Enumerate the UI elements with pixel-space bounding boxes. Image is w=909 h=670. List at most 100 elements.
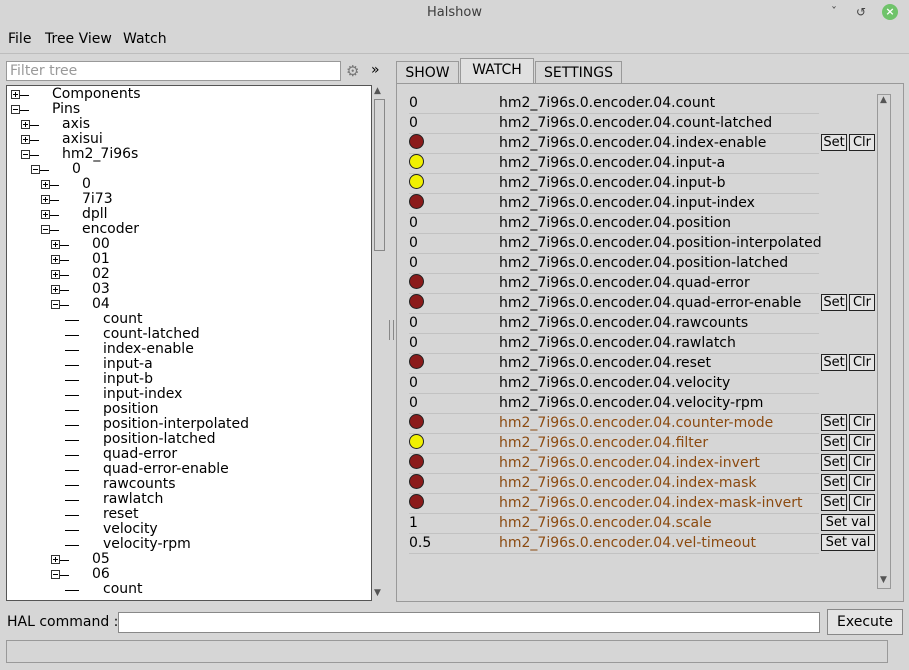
scroll-down-icon[interactable]: ▼	[880, 575, 887, 585]
tree-item[interactable]: input-index	[7, 387, 367, 402]
tree-item[interactable]: 0	[7, 177, 367, 192]
clear-button[interactable]: Clr	[849, 434, 875, 451]
hal-command-input[interactable]	[118, 612, 820, 633]
collapse-icon[interactable]	[41, 225, 50, 234]
expand-icon[interactable]	[51, 555, 60, 564]
set-button[interactable]: Set	[821, 414, 847, 431]
tree-item[interactable]: 02	[7, 267, 367, 282]
tree-item-label: quad-error-enable	[103, 461, 229, 477]
scroll-up-icon[interactable]: ▲	[374, 86, 381, 96]
tree-item[interactable]: 06	[7, 567, 367, 582]
tree-item[interactable]: 01	[7, 252, 367, 267]
collapse-icon[interactable]	[21, 150, 30, 159]
tree-item[interactable]: Pins	[7, 102, 367, 117]
tree-item[interactable]: axisui	[7, 132, 367, 147]
led-off-indicator	[409, 494, 424, 509]
collapse-icon[interactable]	[11, 105, 20, 114]
clear-button[interactable]: Clr	[849, 414, 875, 431]
expand-icon[interactable]	[51, 285, 60, 294]
clear-button[interactable]: Clr	[849, 294, 875, 311]
menu-watch[interactable]: Watch	[123, 31, 167, 47]
clear-button[interactable]: Clr	[849, 354, 875, 371]
set-button[interactable]: Set	[821, 134, 847, 151]
menu-file[interactable]: File	[8, 31, 31, 47]
set-button[interactable]: Set	[821, 354, 847, 371]
tree-item[interactable]: 03	[7, 282, 367, 297]
collapse-icon[interactable]	[51, 570, 60, 579]
tree-item[interactable]: rawcounts	[7, 477, 367, 492]
tree-item[interactable]: count	[7, 312, 367, 327]
set-button[interactable]: Set	[821, 294, 847, 311]
expand-icon[interactable]	[51, 255, 60, 264]
expand-icon[interactable]	[41, 195, 50, 204]
set-button[interactable]: Set	[821, 494, 847, 511]
maximize-icon[interactable]: ↺	[853, 4, 869, 20]
tree-connector	[60, 245, 69, 246]
tree-item[interactable]: reset	[7, 507, 367, 522]
tree-item[interactable]: Components	[7, 87, 367, 102]
minimize-icon[interactable]: ˇ	[826, 4, 842, 20]
expand-panel-icon[interactable]: »	[371, 62, 380, 78]
tree-item[interactable]: 0	[7, 162, 367, 177]
expand-icon[interactable]	[11, 90, 20, 99]
expand-icon[interactable]	[41, 180, 50, 189]
tree-item[interactable]: 05	[7, 552, 367, 567]
tree-connector	[20, 110, 29, 111]
watch-scrollbar[interactable]: ▲ ▼	[877, 94, 891, 589]
scroll-down-icon[interactable]: ▼	[374, 588, 381, 598]
tree-item[interactable]: input-b	[7, 372, 367, 387]
tree-item[interactable]: position	[7, 402, 367, 417]
expand-icon[interactable]	[21, 135, 30, 144]
hal-tree[interactable]: Components Pins axis axisui hm2_7i96s 0 0 7i73 d…	[6, 85, 372, 601]
tree-item[interactable]: count	[7, 582, 367, 597]
tree-item[interactable]: axis	[7, 117, 367, 132]
filter-tree-input[interactable]	[6, 61, 341, 81]
tree-connector	[65, 515, 79, 516]
tree-item[interactable]: dpll	[7, 207, 367, 222]
collapse-icon[interactable]	[31, 165, 40, 174]
set-button[interactable]: Set	[821, 474, 847, 491]
tab-show[interactable]: SHOW	[396, 61, 459, 83]
expand-icon[interactable]	[51, 240, 60, 249]
scroll-up-icon[interactable]: ▲	[880, 95, 887, 105]
clear-button[interactable]: Clr	[849, 474, 875, 491]
expand-icon[interactable]	[21, 120, 30, 129]
clear-button[interactable]: Clr	[849, 494, 875, 511]
tree-item[interactable]: input-a	[7, 357, 367, 372]
expand-icon[interactable]	[41, 210, 50, 219]
tree-item[interactable]: velocity	[7, 522, 367, 537]
tree-item-label: dpll	[82, 206, 108, 222]
set-button[interactable]: Set	[821, 454, 847, 471]
menu-tree-view[interactable]: Tree View	[45, 31, 112, 47]
tree-item[interactable]: position-latched	[7, 432, 367, 447]
tree-item[interactable]: 04	[7, 297, 367, 312]
tree-item[interactable]: index-enable	[7, 342, 367, 357]
set-button[interactable]: Set	[821, 434, 847, 451]
tree-connector	[50, 185, 59, 186]
tree-item[interactable]: 7i73	[7, 192, 367, 207]
pane-splitter[interactable]	[389, 320, 394, 340]
tree-item-label: position-interpolated	[103, 416, 250, 432]
set-value-button[interactable]: Set val	[821, 534, 875, 551]
clear-button[interactable]: Clr	[849, 134, 875, 151]
execute-button[interactable]: Execute	[827, 609, 903, 635]
tree-item[interactable]: 00	[7, 237, 367, 252]
clear-button[interactable]: Clr	[849, 454, 875, 471]
tree-scrollbar[interactable]: ▲ ▼	[372, 85, 386, 601]
expand-icon[interactable]	[51, 270, 60, 279]
set-value-button[interactable]: Set val	[821, 514, 875, 531]
tree-item[interactable]: quad-error	[7, 447, 367, 462]
tab-settings[interactable]: SETTINGS	[535, 61, 622, 83]
tree-item[interactable]: rawlatch	[7, 492, 367, 507]
tree-item[interactable]: position-interpolated	[7, 417, 367, 432]
gear-icon[interactable]: ⚙	[346, 62, 359, 80]
tree-item[interactable]: velocity-rpm	[7, 537, 367, 552]
collapse-icon[interactable]	[51, 300, 60, 309]
tab-watch[interactable]: WATCH	[460, 58, 534, 83]
tree-item[interactable]: count-latched	[7, 327, 367, 342]
tree-item[interactable]: hm2_7i96s	[7, 147, 367, 162]
tree-item[interactable]: quad-error-enable	[7, 462, 367, 477]
tree-scrollbar-thumb[interactable]	[374, 99, 385, 251]
tree-item[interactable]: encoder	[7, 222, 367, 237]
close-icon[interactable]: ×	[882, 4, 898, 20]
